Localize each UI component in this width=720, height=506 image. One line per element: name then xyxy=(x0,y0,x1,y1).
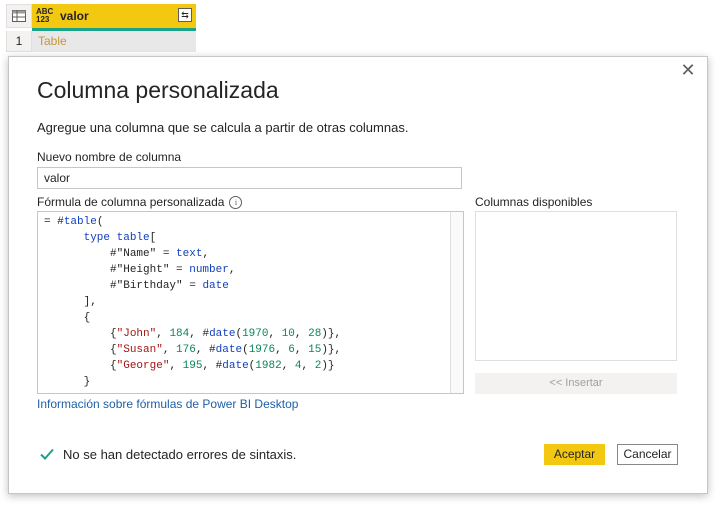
row-number: 1 xyxy=(6,31,32,52)
formula-editor[interactable]: = #table( type table[ #"Name" = text, #"… xyxy=(37,211,464,394)
formula-help-link[interactable]: Información sobre fórmulas de Power BI D… xyxy=(37,397,298,411)
available-columns-label: Columnas disponibles xyxy=(475,195,593,209)
editor-scrollbar[interactable] xyxy=(450,212,463,393)
available-columns-list[interactable] xyxy=(475,211,677,361)
column-name-label: Nuevo nombre de columna xyxy=(37,150,182,164)
custom-column-dialog: ✕ Columna personalizada Agregue una colu… xyxy=(8,56,708,494)
column-type-badge[interactable]: ABC 123 xyxy=(36,8,56,24)
formula-label-row: Fórmula de columna personalizada i xyxy=(37,195,243,210)
syntax-status: No se han detectado errores de sintaxis. xyxy=(39,446,296,462)
type-badge-bottom: 123 xyxy=(36,15,50,24)
close-icon[interactable]: ✕ xyxy=(679,61,697,79)
syntax-status-text: No se han detectado errores de sintaxis. xyxy=(63,446,297,462)
table-cell[interactable]: Table xyxy=(32,31,196,52)
column-name-input[interactable] xyxy=(37,167,462,189)
column-header-valor[interactable]: ABC 123 valor ⇆ xyxy=(32,4,196,28)
column-name: valor xyxy=(60,9,89,23)
cancel-button[interactable]: Cancelar xyxy=(617,444,678,465)
expand-column-icon[interactable]: ⇆ xyxy=(178,8,192,22)
formula-code: = #table( type table[ #"Name" = text, #"… xyxy=(44,216,342,388)
dialog-subtitle: Agregue una columna que se calcula a par… xyxy=(37,120,409,135)
formula-label: Fórmula de columna personalizada xyxy=(37,195,225,209)
table-icon[interactable] xyxy=(6,4,32,28)
check-icon xyxy=(40,448,54,460)
info-icon[interactable]: i xyxy=(229,196,243,210)
accept-button[interactable]: Aceptar xyxy=(544,444,605,465)
dialog-title: Columna personalizada xyxy=(37,77,279,103)
insert-button[interactable]: << Insertar xyxy=(475,373,677,394)
